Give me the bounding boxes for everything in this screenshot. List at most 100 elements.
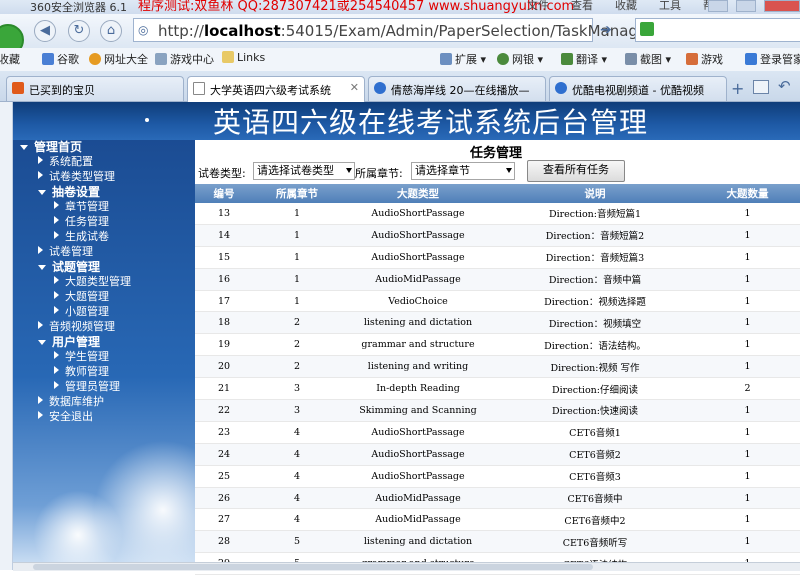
- bookmark-games-center[interactable]: 游戏中心: [155, 51, 214, 67]
- sidebar-item[interactable]: 大题类型管理: [54, 275, 131, 289]
- cell-question-type: AudioMidPassage: [341, 487, 495, 510]
- toolbar-games[interactable]: 游戏: [686, 51, 723, 67]
- toolbar-login-manager[interactable]: 登录管家: [745, 51, 800, 67]
- new-tab-icon[interactable]: +: [731, 79, 744, 98]
- cell-id: 19: [195, 333, 253, 357]
- bookmark-google[interactable]: 谷歌: [42, 51, 79, 67]
- main-content: 任务管理 试卷类型: 请选择试卷类型 所属章节: 请选择章节 查看所有任务 编号…: [195, 140, 800, 575]
- tab-youku[interactable]: 优酷电视剧频道 - 优酷视频: [549, 76, 727, 101]
- triangle-right-icon: [38, 156, 43, 164]
- app-name: 360安全浏览器 6.1: [30, 1, 127, 14]
- go-arrow-icon[interactable]: ➔: [600, 22, 612, 38]
- bookmark-favorites[interactable]: 收藏: [0, 51, 20, 67]
- skin-button[interactable]: [708, 0, 728, 12]
- cell-question-type: listening and dictation: [341, 311, 495, 335]
- sidebar-item[interactable]: 数据库维护: [38, 395, 104, 409]
- sidebar-item[interactable]: 音频视频管理: [38, 320, 115, 334]
- sidebar-item[interactable]: 系统配置: [38, 155, 93, 169]
- cell-id: 15: [195, 246, 253, 269]
- menu-view[interactable]: 查看: [571, 0, 593, 12]
- cell-chapter: 2: [253, 333, 341, 357]
- paper-type-select[interactable]: 请选择试卷类型: [253, 162, 355, 180]
- cell-chapter: 4: [253, 508, 341, 532]
- cell-count: 1: [695, 530, 800, 554]
- close-tab-icon[interactable]: ✕: [350, 81, 359, 94]
- sidebar-item-label: 任务管理: [65, 215, 109, 228]
- home-icon[interactable]: ⌂: [100, 20, 122, 42]
- minimize-button[interactable]: [736, 0, 756, 12]
- sidebar-item[interactable]: 学生管理: [54, 350, 109, 364]
- triangle-right-icon: [38, 321, 43, 329]
- table-row: 26 4 AudioMidPassage CET6音频中 1: [195, 487, 800, 510]
- triangle-right-icon: [38, 396, 43, 404]
- sidebar-item[interactable]: 安全退出: [38, 410, 93, 424]
- sidebar-item[interactable]: 试题管理: [38, 260, 100, 274]
- cell-description: Direction：音频中篇: [495, 268, 695, 291]
- sidebar-item[interactable]: 用户管理: [38, 335, 100, 349]
- tab-video[interactable]: 倩慈海岸线 20—在线播放—: [368, 76, 546, 101]
- toolbar-screenshot[interactable]: 截图 ▾: [625, 51, 671, 67]
- sidebar-item[interactable]: 小题管理: [54, 305, 109, 319]
- cell-description: Direction:仔细阅读: [495, 377, 695, 401]
- sidebar-item[interactable]: 任务管理: [54, 215, 109, 229]
- sidebar-item[interactable]: 试卷类型管理: [38, 170, 115, 184]
- toolbar-bank[interactable]: 网银 ▾: [497, 51, 543, 67]
- cell-count: 2: [695, 377, 800, 401]
- cell-description: Direction：音频短篇2: [495, 224, 695, 247]
- sidebar-item[interactable]: 大题管理: [54, 290, 109, 304]
- column-header-count: 大题数量: [695, 184, 800, 203]
- triangle-right-icon: [54, 291, 59, 299]
- menu-file[interactable]: 文件: [527, 0, 549, 12]
- address-bar[interactable]: ◎ http://localhost:54015/Exam/Admin/Pape…: [133, 18, 664, 42]
- tab-exam-system[interactable]: 大学英语四六级考试系统 ✕: [187, 76, 365, 102]
- sidebar-item[interactable]: 生成试卷: [54, 230, 109, 244]
- menu-favorites[interactable]: 收藏: [615, 0, 637, 12]
- paper-type-label: 试卷类型:: [198, 167, 246, 180]
- sidebar-item[interactable]: 教师管理: [54, 365, 109, 379]
- tab-list-icon[interactable]: [753, 80, 769, 94]
- cell-id: 26: [195, 487, 253, 510]
- cell-chapter: 1: [253, 290, 341, 313]
- triangle-right-icon: [54, 231, 59, 239]
- cell-description: Direction：视频选择题: [495, 290, 695, 313]
- sidebar-item[interactable]: 试卷管理: [38, 245, 93, 259]
- sidebar-item[interactable]: 章节管理: [54, 200, 109, 214]
- browser-side-panel: [0, 102, 13, 570]
- menu-tools[interactable]: 工具: [659, 0, 681, 12]
- sidebar-item[interactable]: 管理首页: [20, 140, 82, 154]
- view-all-tasks-button[interactable]: 查看所有任务: [527, 160, 625, 182]
- scrollbar-thumb[interactable]: [33, 564, 593, 570]
- cell-chapter: 3: [253, 377, 341, 401]
- cell-question-type: In-depth Reading: [341, 377, 495, 401]
- cell-count: 1: [695, 224, 800, 247]
- chevron-down-icon: [506, 168, 512, 173]
- cell-question-type: listening and dictation: [341, 530, 495, 554]
- sidebar-item[interactable]: 管理员管理: [54, 380, 120, 394]
- search-input[interactable]: [635, 18, 800, 42]
- back-arrow-icon[interactable]: ◀: [34, 20, 56, 42]
- video-play-icon: [555, 82, 567, 94]
- cell-id: 21: [195, 377, 253, 401]
- column-header-id: 编号: [195, 184, 253, 203]
- undo-close-icon[interactable]: ↶: [778, 77, 791, 95]
- tab-taobao[interactable]: 已买到的宝贝: [6, 76, 184, 101]
- toolbar-extensions[interactable]: 扩展 ▾: [440, 51, 486, 67]
- triangle-right-icon: [54, 216, 59, 224]
- close-window-button[interactable]: [764, 0, 800, 12]
- bookmarks-bar: 收藏 谷歌 网址大全 游戏中心 Links 扩展 ▾ 网银 ▾ 翻译 ▾ 截图 …: [0, 48, 800, 72]
- taobao-icon: [12, 82, 24, 94]
- cell-question-type: AudioMidPassage: [341, 508, 495, 532]
- sidebar-item[interactable]: 抽卷设置: [38, 185, 100, 199]
- sidebar-item-label: 生成试卷: [65, 230, 109, 243]
- cell-question-type: AudioMidPassage: [341, 268, 495, 291]
- page-title: 任务管理: [470, 146, 523, 161]
- toolbar-translate[interactable]: 翻译 ▾: [561, 51, 607, 67]
- cell-count: 1: [695, 246, 800, 269]
- chapter-select[interactable]: 请选择章节: [411, 162, 515, 180]
- bookmark-sites[interactable]: 网址大全: [89, 51, 148, 67]
- sidebar-item-label: 试卷类型管理: [49, 170, 115, 183]
- sidebar-item-label: 系统配置: [49, 155, 93, 168]
- cell-chapter: 1: [253, 224, 341, 247]
- refresh-icon[interactable]: ↻: [68, 20, 90, 42]
- bookmark-links[interactable]: Links: [222, 51, 265, 64]
